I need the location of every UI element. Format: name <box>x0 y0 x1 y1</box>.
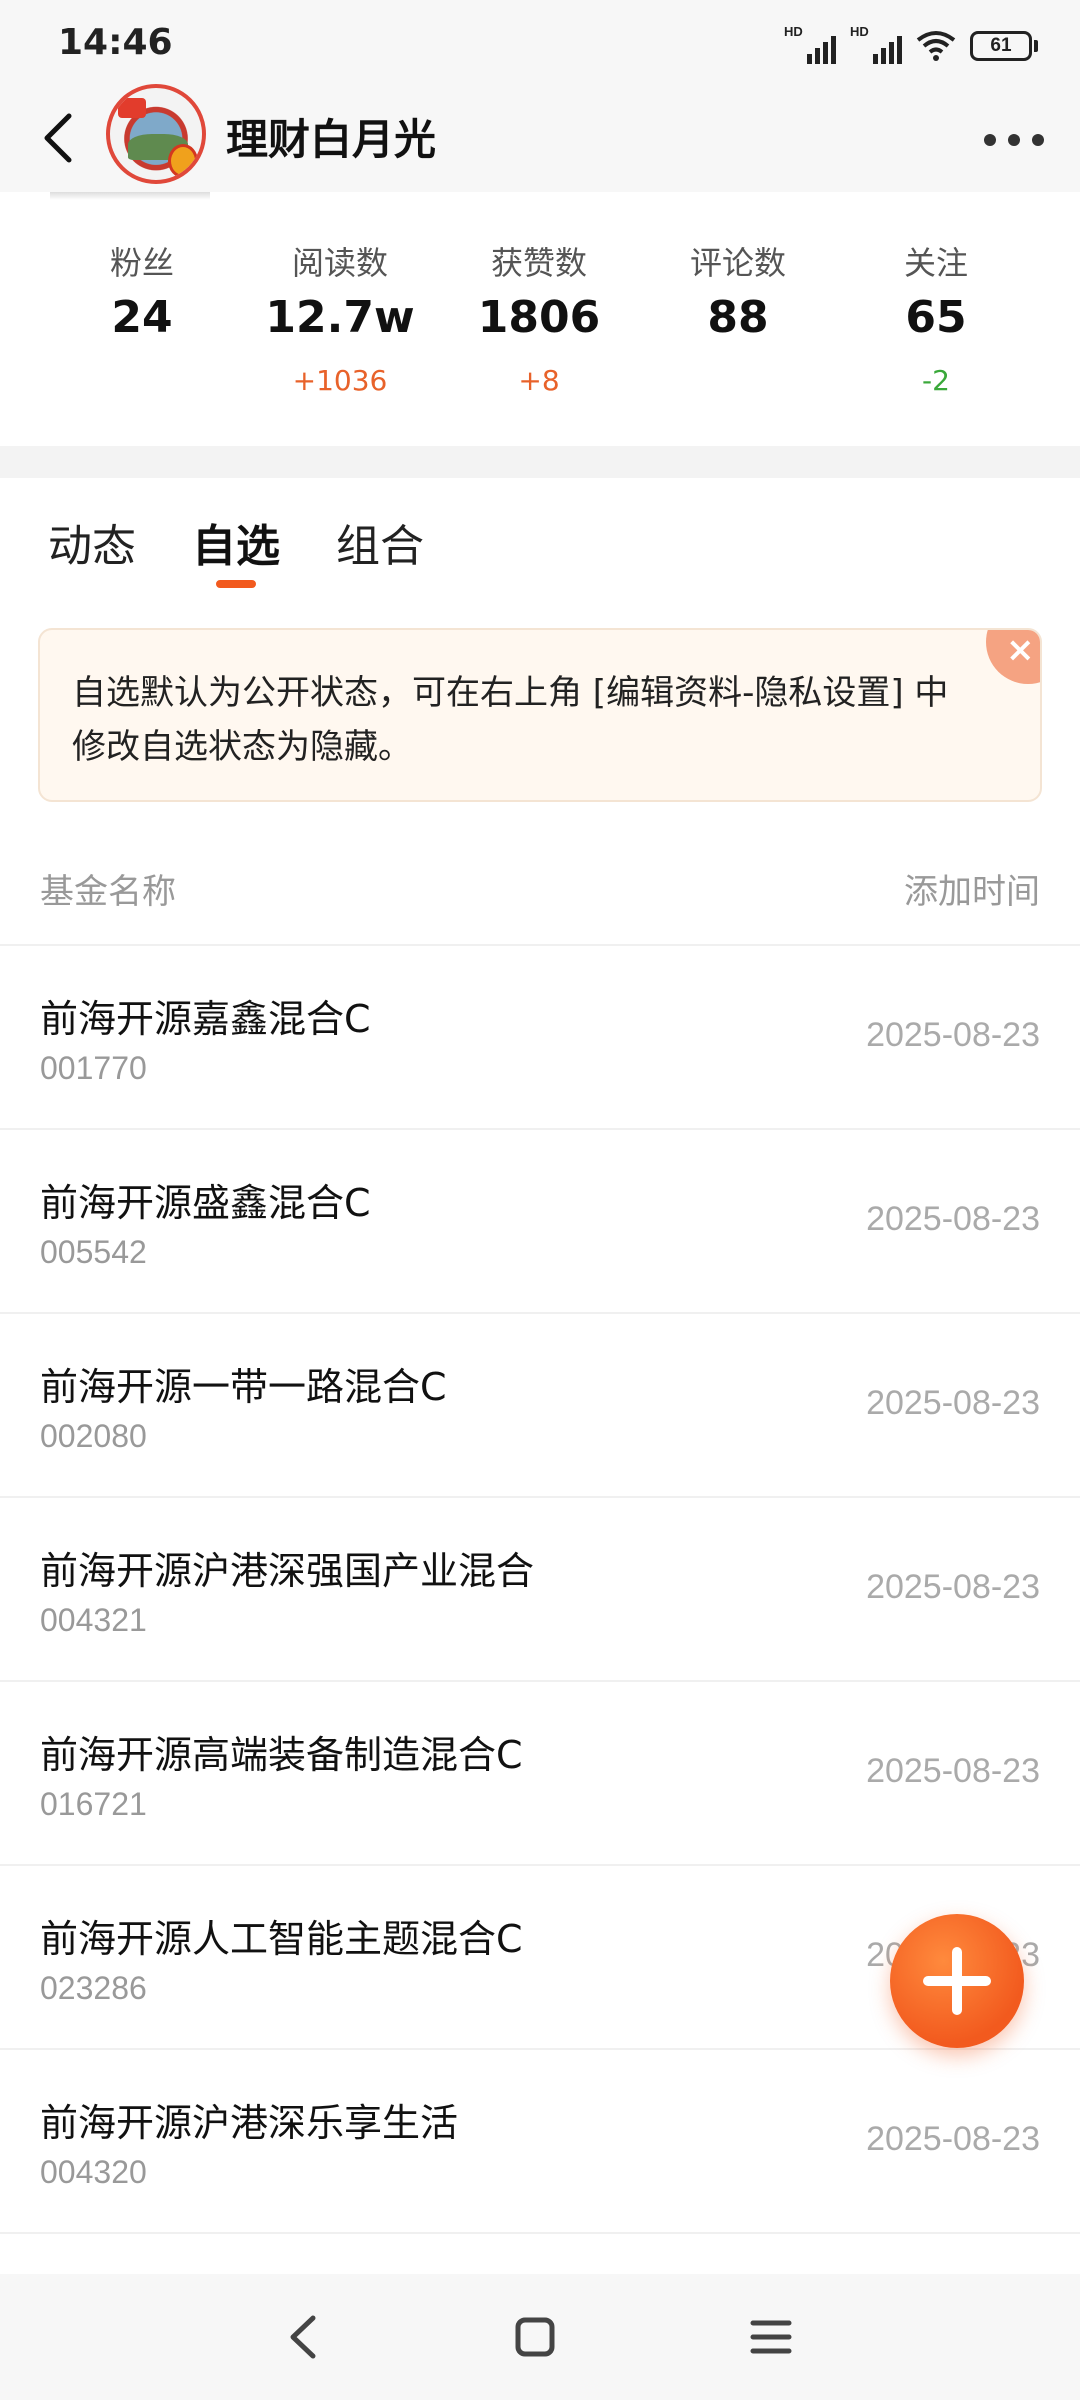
privacy-notice: 自选默认为公开状态，可在右上角 [编辑资料-隐私设置] 中修改自选状态为隐藏。 … <box>38 628 1042 802</box>
status-time: 14:46 <box>58 22 173 63</box>
menu-lines-icon <box>750 2320 792 2354</box>
stat-value: 88 <box>707 292 769 343</box>
more-dots-icon <box>984 134 996 146</box>
stat-value: 24 <box>111 292 173 343</box>
stat-label: 粉丝 <box>109 244 174 282</box>
fund-added-date: 2025-08-23 <box>866 2120 1040 2158</box>
fund-name: 前海开源人工智能主题混合C <box>40 1917 523 1961</box>
tab-bar: 动态 自选 组合 <box>0 478 1080 598</box>
back-triangle-icon <box>290 2315 316 2359</box>
fund-name: 前海开源一带一路混合C <box>40 1365 447 1409</box>
fund-row[interactable]: 前海开源盛鑫混合C 005542 2025-08-23 <box>0 1130 1080 1314</box>
fund-added-date: 2025-08-23 <box>866 1384 1040 1422</box>
stat-reads[interactable]: 阅读数 12.7w +1036 <box>240 238 440 400</box>
section-divider <box>0 446 1080 478</box>
tab-portfolio[interactable]: 组合 <box>336 510 424 574</box>
fund-code: 002080 <box>40 1418 147 1454</box>
hd-signal-icon: HD <box>850 24 902 64</box>
fund-added-date: 2025-08-23 <box>866 1200 1040 1238</box>
avatar[interactable] <box>106 84 206 184</box>
system-back-button[interactable] <box>270 2304 336 2370</box>
stat-comments[interactable]: 评论数 88 <box>638 238 838 400</box>
fund-name: 前海开源沪港深乐享生活 <box>40 2101 459 2145</box>
stat-value: 12.7w <box>265 292 415 343</box>
column-header-name: 基金名称 <box>40 872 176 912</box>
battery-icon: 61 <box>970 31 1038 61</box>
header-bar: 理财白月光 <box>0 84 1080 192</box>
list-header: 基金名称 添加时间 <box>0 840 1080 946</box>
status-icons: HD HD 61 <box>784 24 1038 66</box>
tab-watchlist[interactable]: 自选 <box>192 510 280 574</box>
fund-row[interactable]: 前海开源高端装备制造混合C 016721 2025-08-23 <box>0 1682 1080 1866</box>
fund-name: 前海开源高端装备制造混合C <box>40 1733 523 1777</box>
fund-code: 023286 <box>40 1970 147 2006</box>
stat-following[interactable]: 关注 65 -2 <box>836 238 1036 400</box>
fund-name: 前海开源嘉鑫混合C <box>40 997 371 1041</box>
chevron-left-icon <box>44 113 72 163</box>
fund-row[interactable]: 前海开源嘉鑫混合C 001770 2025-08-23 <box>0 946 1080 1130</box>
stat-value: 65 <box>905 292 967 343</box>
fund-name: 前海开源沪港深强国产业混合 <box>40 1549 535 1593</box>
tab-dynamics[interactable]: 动态 <box>48 510 136 574</box>
stat-likes[interactable]: 获赞数 1806 +8 <box>439 238 639 400</box>
fund-row[interactable]: 前海开源沪港深强国产业混合 004321 2025-08-23 <box>0 1498 1080 1682</box>
notice-close-button[interactable]: × <box>986 630 1040 684</box>
stat-delta <box>42 364 242 400</box>
fund-added-date: 2025-08-23 <box>866 1752 1040 1790</box>
page-title: 理财白月光 <box>226 115 437 164</box>
battery-level: 61 <box>970 31 1032 61</box>
system-menu-button[interactable] <box>738 2304 804 2370</box>
fund-code: 001770 <box>40 1050 147 1086</box>
stat-label: 关注 <box>903 244 968 282</box>
fund-code: 005542 <box>40 1234 147 1270</box>
stat-label: 评论数 <box>689 244 786 282</box>
wifi-icon <box>916 31 956 61</box>
notice-text: 自选默认为公开状态，可在右上角 [编辑资料-隐私设置] 中修改自选状态为隐藏。 <box>72 673 949 767</box>
add-fund-button[interactable] <box>890 1914 1024 2048</box>
stat-label: 获赞数 <box>490 244 587 282</box>
stat-delta: -2 <box>922 364 950 397</box>
fund-list: 前海开源嘉鑫混合C 001770 2025-08-23 前海开源盛鑫混合C 00… <box>0 946 1080 2234</box>
fund-added-date: 2025-08-23 <box>866 1568 1040 1606</box>
fund-row[interactable]: 前海开源沪港深乐享生活 004320 2025-08-23 <box>0 2050 1080 2234</box>
stat-delta <box>638 364 838 400</box>
fund-name: 前海开源盛鑫混合C <box>40 1181 371 1225</box>
profile-stats: 粉丝 24 阅读数 12.7w +1036 获赞数 1806 +8 评论数 88… <box>0 192 1080 446</box>
more-button[interactable] <box>984 122 1044 158</box>
hd-signal-icon: HD <box>784 24 836 64</box>
stat-label: 阅读数 <box>291 244 388 282</box>
system-home-button[interactable] <box>502 2304 568 2370</box>
home-square-icon <box>515 2317 555 2357</box>
back-button[interactable] <box>30 102 86 174</box>
stat-fans[interactable]: 粉丝 24 <box>42 238 242 400</box>
fund-code: 004321 <box>40 1602 147 1638</box>
fund-code: 016721 <box>40 1786 147 1822</box>
active-tab-indicator <box>216 580 256 588</box>
status-bar: 14:46 HD HD 61 <box>0 0 1080 92</box>
fund-added-date: 2025-08-23 <box>866 1016 1040 1054</box>
fund-row[interactable]: 前海开源一带一路混合C 002080 2025-08-23 <box>0 1314 1080 1498</box>
stat-value: 1806 <box>477 292 601 343</box>
close-icon: × <box>1006 630 1035 670</box>
stat-delta: +8 <box>518 364 560 397</box>
column-header-time: 添加时间 <box>904 872 1040 912</box>
fund-code: 004320 <box>40 2154 147 2190</box>
system-navigation-bar <box>0 2274 1080 2400</box>
stat-delta: +1036 <box>292 364 388 397</box>
